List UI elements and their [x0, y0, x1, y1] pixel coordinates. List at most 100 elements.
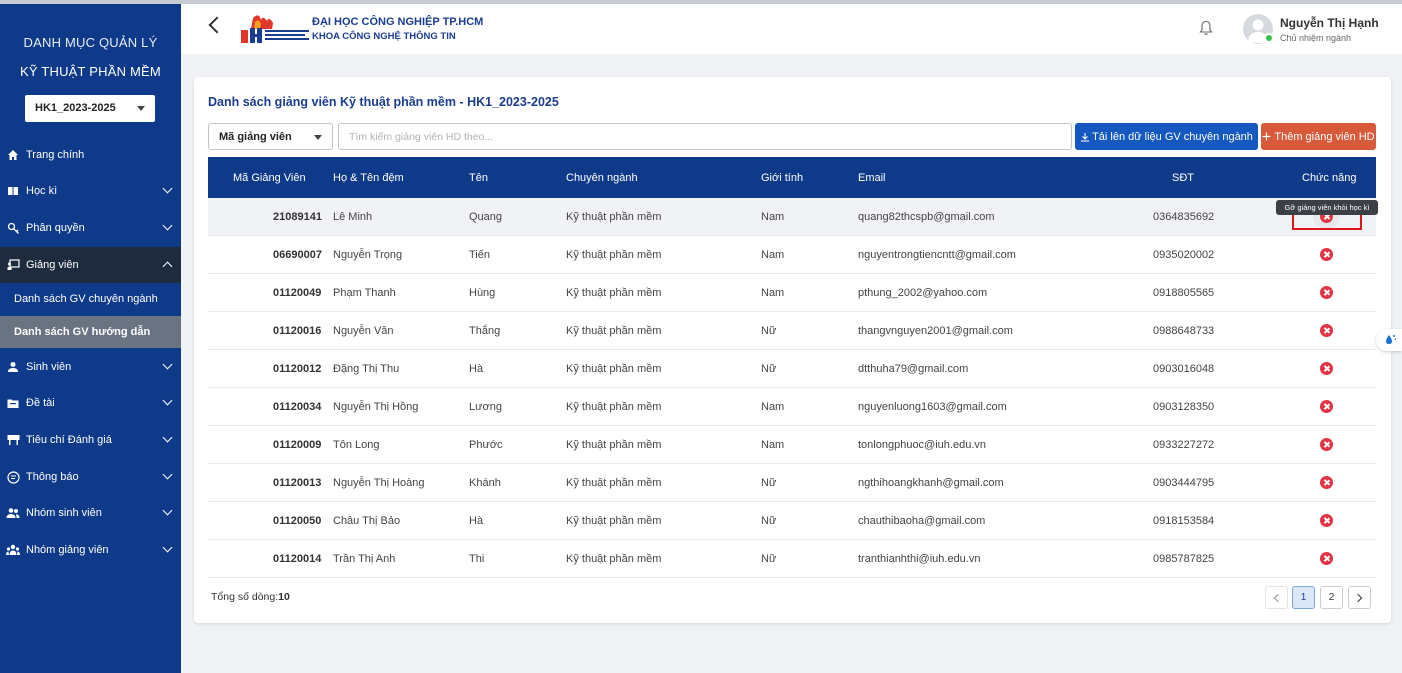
table-header: Mã Giảng Viên Họ & Tên đệm Tên Chuyên ng… [208, 157, 1376, 198]
column-header[interactable]: Chức năng [1302, 172, 1356, 184]
bell-icon[interactable] [1199, 20, 1213, 36]
book-icon [6, 184, 20, 198]
remove-lecturer-icon[interactable] [1320, 514, 1333, 527]
add-button-label: Thêm giảng viên HD [1274, 130, 1375, 143]
column-header[interactable]: Giới tính [761, 172, 803, 184]
lecturer-last-name: Tôn Long [333, 439, 380, 451]
remove-lecturer-icon[interactable] [1320, 286, 1333, 299]
remove-lecturer-icon[interactable] [1320, 248, 1333, 261]
top-border [0, 0, 1402, 4]
remove-lecturer-icon[interactable] [1320, 324, 1333, 337]
sidebar-item-topics[interactable]: Đề tài [0, 385, 181, 421]
lecturer-code: 01120009 [273, 439, 322, 451]
column-header[interactable]: Email [858, 172, 886, 184]
lecturer-code: 01120049 [273, 287, 322, 299]
teacher-icon [6, 258, 20, 272]
column-header[interactable]: SĐT [1172, 172, 1194, 184]
sidebar-item-label: Học kì [26, 185, 58, 197]
remove-lecturer-icon[interactable] [1320, 362, 1333, 375]
lecturer-major: Kỹ thuật phần mềm [566, 211, 662, 223]
sidebar-subitem-advisor-lecturers[interactable]: Danh sách GV hướng dẫn [0, 316, 181, 348]
lecturer-first-name: Lương [469, 401, 502, 413]
table-row: 01120013 Nguyễn Thị Hoàng Khánh Kỹ thuật… [208, 464, 1376, 502]
upload-major-lecturers-button[interactable]: Tải lên dữ liệu GV chuyên ngành [1075, 123, 1258, 150]
lecturer-first-name: Hà [469, 515, 484, 527]
next-page-button[interactable] [1348, 586, 1371, 609]
chevron-left-icon [1273, 593, 1283, 602]
sidebar-item-home[interactable]: Trang chính [0, 137, 181, 173]
column-header[interactable]: Họ & Tên đệm [333, 172, 404, 184]
message-icon [6, 470, 20, 484]
lecturer-first-name: Tiến [469, 249, 490, 261]
faculty-name: KHOA CÔNG NGHỆ THÔNG TIN [312, 31, 456, 42]
chevron-down-icon [162, 505, 173, 516]
group-icon [6, 506, 20, 520]
lecturer-list-card: Danh sách giảng viên Kỹ thuật phần mềm -… [194, 77, 1391, 623]
table-row: 01120049 Phạm Thanh Hùng Kỹ thuật phần m… [208, 274, 1376, 312]
sidebar-item-label: Giảng viên [26, 259, 79, 271]
lecturer-last-name: Phạm Thanh [333, 287, 396, 299]
sidebar-item-label: Nhóm giảng viên [26, 544, 109, 556]
page-2-button[interactable]: 2 [1320, 586, 1343, 609]
search-input[interactable] [338, 123, 1072, 150]
top-header: ĐẠI HỌC CÔNG NGHIỆP TP.HCM KHOA CÔNG NGH… [181, 4, 1402, 54]
lecturer-email: dtthuha79@gmail.com [858, 363, 969, 375]
sidebar-item-label: Phân quyền [26, 222, 85, 234]
lecturer-phone: 0988648733 [1153, 325, 1215, 337]
lecturer-phone: 0935020002 [1153, 249, 1215, 261]
sidebar-item-lecturers[interactable]: Giảng viên [0, 247, 181, 283]
sidebar-item-student-groups[interactable]: Nhóm sinh viên [0, 495, 181, 531]
add-advisor-button[interactable]: Thêm giảng viên HD [1261, 123, 1376, 150]
column-header[interactable]: Mã Giảng Viên [233, 172, 306, 184]
user-icon [6, 360, 20, 374]
lecturer-phone: 0933227272 [1153, 439, 1215, 451]
lecturer-code: 01120050 [273, 515, 322, 527]
plus-icon [1262, 132, 1271, 141]
lecturer-major: Kỹ thuật phần mềm [566, 553, 662, 565]
remove-lecturer-icon[interactable] [1320, 552, 1333, 565]
sidebar-subitem-label: Danh sách GV chuyên ngành [14, 293, 158, 305]
lecturer-phone: 0903128350 [1153, 401, 1215, 413]
table-row: 21089141 Lê Minh Quang Kỹ thuật phần mềm… [208, 198, 1376, 236]
sidebar-item-criteria[interactable]: Tiêu chí Đánh giá [0, 422, 181, 458]
lecturer-last-name: Nguyễn Văn [333, 325, 394, 337]
upload-icon [1081, 132, 1090, 142]
sidebar-item-label: Trang chính [26, 149, 85, 161]
chevron-down-icon [162, 220, 173, 231]
chevron-down-icon [162, 432, 173, 443]
semester-select[interactable]: HK1_2023-2025 [25, 95, 155, 122]
total-rows-value: 10 [278, 591, 290, 603]
prev-page-button[interactable] [1265, 586, 1288, 609]
lecturer-code: 01120034 [273, 401, 322, 413]
lecturer-major: Kỹ thuật phần mềm [566, 401, 662, 413]
key-icon [6, 221, 20, 235]
remove-lecturer-icon[interactable] [1320, 476, 1333, 489]
lecturer-email: thangvnguyen2001@gmail.com [858, 325, 1013, 337]
search-field-select[interactable]: Mã giảng viên [208, 123, 333, 150]
back-arrow-icon[interactable] [208, 16, 226, 34]
sidebar-item-permissions[interactable]: Phân quyền [0, 210, 181, 246]
sidebar-item-semester[interactable]: Học kì [0, 173, 181, 209]
page-title: Danh sách giảng viên Kỹ thuật phần mềm -… [208, 95, 559, 109]
column-header[interactable]: Tên [469, 172, 488, 184]
table-row: 01120034 Nguyễn Thị Hồng Lương Kỹ thuật … [208, 388, 1376, 426]
semester-select-value: HK1_2023-2025 [35, 102, 116, 114]
sidebar-subitem-major-lecturers[interactable]: Danh sách GV chuyên ngành [0, 283, 181, 315]
lecturer-last-name: Nguyễn Thị Hoàng [333, 477, 425, 489]
lecturer-major: Kỹ thuật phần mềm [566, 439, 662, 451]
page-1-button[interactable]: 1 [1292, 586, 1315, 609]
lecturer-first-name: Quang [469, 211, 503, 223]
remove-lecturer-icon[interactable] [1320, 400, 1333, 413]
lecturer-gender: Nữ [761, 515, 777, 527]
user-name: Nguyễn Thị Hạnh [1280, 16, 1379, 30]
remove-lecturer-icon[interactable] [1320, 438, 1333, 451]
lecturer-first-name: Khánh [469, 477, 501, 489]
lecturer-gender: Nam [761, 211, 785, 223]
sidebar-item-label: Đề tài [26, 397, 55, 409]
column-header[interactable]: Chuyên ngành [566, 172, 638, 184]
sidebar-item-students[interactable]: Sinh viên [0, 349, 181, 385]
lecturer-code: 01120012 [273, 363, 322, 375]
floating-helper-button[interactable] [1376, 329, 1402, 351]
sidebar-item-notifications[interactable]: Thông báo [0, 459, 181, 495]
sidebar-item-lecturer-groups[interactable]: Nhóm giảng viên [0, 532, 181, 568]
